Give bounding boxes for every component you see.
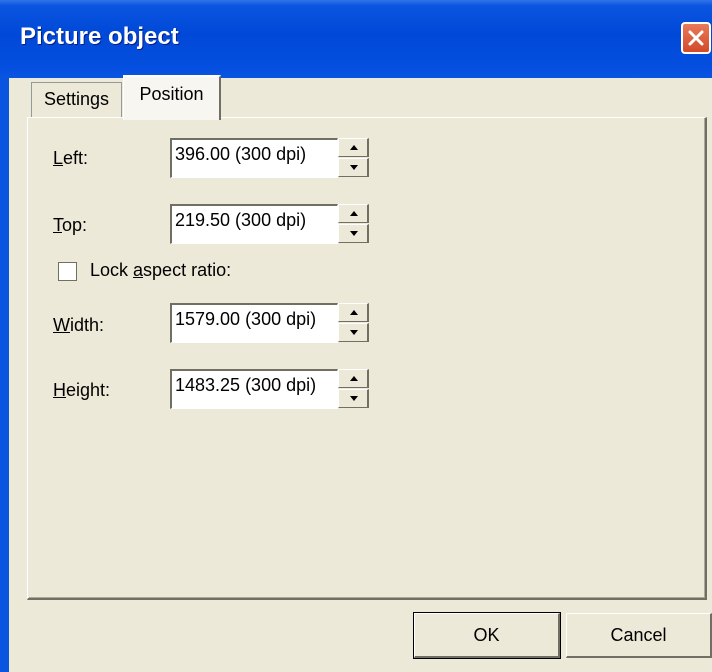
height-input[interactable]: 1483.25 (300 dpi) (170, 369, 338, 409)
arrow-up-icon (350, 211, 358, 216)
arrow-up-icon (350, 376, 358, 381)
tab-settings[interactable]: Settings (31, 82, 122, 118)
top-spinner[interactable] (338, 204, 371, 244)
window-frame-left (0, 78, 9, 672)
close-button[interactable] (681, 22, 711, 54)
tab-settings-label: Settings (43, 89, 110, 109)
arrow-down-icon (350, 231, 358, 236)
top-spin-up-button[interactable] (338, 204, 369, 223)
width-label: Width: (53, 315, 105, 335)
height-spin-up-button[interactable] (338, 369, 369, 388)
width-spin-down-button[interactable] (338, 323, 369, 342)
cancel-button[interactable]: Cancel (566, 613, 712, 658)
tab-position[interactable]: Position (123, 75, 221, 120)
left-spin-up-button[interactable] (338, 138, 369, 157)
width-spinner[interactable] (338, 303, 371, 343)
left-label: Left: (53, 148, 89, 168)
arrow-down-icon (350, 330, 358, 335)
ok-button[interactable]: OK (413, 612, 561, 659)
window-title: Picture object (20, 23, 179, 50)
left-spin-down-button[interactable] (338, 158, 369, 177)
dialog-window: Picture object Settings Position Left: 3… (0, 0, 712, 672)
top-spin-down-button[interactable] (338, 224, 369, 243)
left-input[interactable]: 396.00 (300 dpi) (170, 138, 338, 178)
width-spin-up-button[interactable] (338, 303, 369, 322)
arrow-down-icon (350, 396, 358, 401)
lock-aspect-label[interactable]: Lock aspect ratio: (90, 260, 231, 281)
height-spin-down-button[interactable] (338, 389, 369, 408)
arrow-up-icon (350, 310, 358, 315)
close-icon (688, 30, 704, 46)
height-spinner[interactable] (338, 369, 371, 409)
arrow-up-icon (350, 145, 358, 150)
lock-aspect-checkbox[interactable] (58, 262, 77, 281)
title-bar: Picture object (0, 0, 712, 78)
height-label: Height: (53, 380, 111, 400)
top-label: Top: (53, 215, 88, 235)
arrow-down-icon (350, 165, 358, 170)
width-input[interactable]: 1579.00 (300 dpi) (170, 303, 338, 343)
top-input[interactable]: 219.50 (300 dpi) (170, 204, 338, 244)
position-tab-panel (27, 117, 707, 600)
tab-position-label: Position (139, 84, 204, 104)
left-spinner[interactable] (338, 138, 371, 178)
